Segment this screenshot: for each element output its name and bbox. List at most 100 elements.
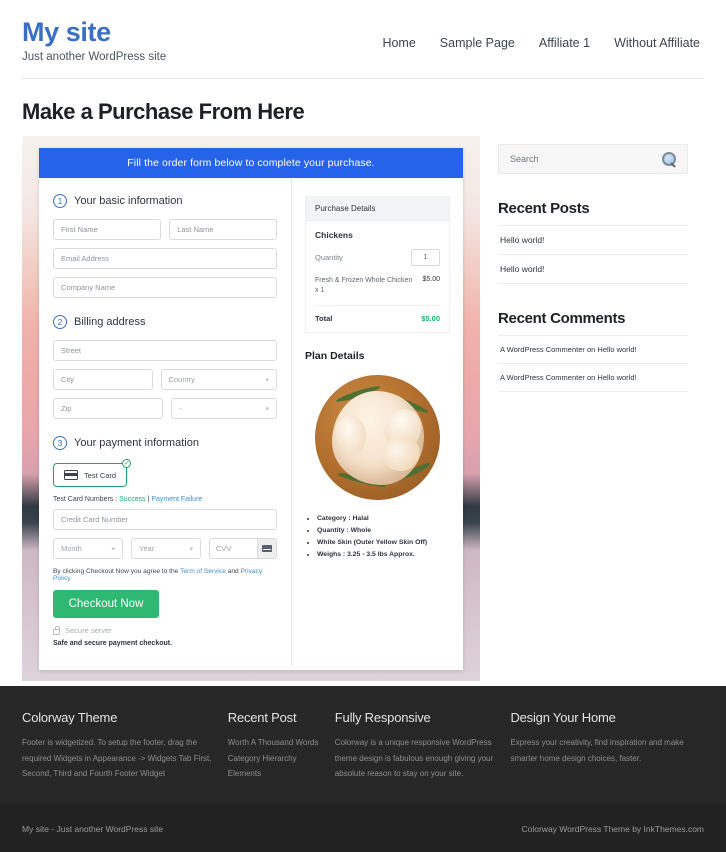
footer-column-title: Recent Post: [227, 710, 297, 725]
list-item[interactable]: Worth A Thousand Words: [228, 735, 321, 751]
line-item-amount: $5.00: [422, 276, 440, 283]
list-item[interactable]: A WordPress Commenter on Hello world!: [498, 335, 688, 363]
step-2-label: Billing address: [74, 316, 146, 328]
test-card-numbers-prefix: Test Card Numbers :: [53, 496, 120, 503]
quantity-label: Quantity: [315, 253, 343, 262]
cvv-input[interactable]: CVV: [210, 539, 257, 558]
plan-point: Quantity : Whole: [317, 525, 450, 537]
city-input[interactable]: City: [53, 369, 153, 390]
purchase-details-body: Chickens Quantity 1 Fresh & Frozen Whole…: [306, 221, 449, 332]
state-select[interactable]: - ▾: [171, 398, 277, 419]
cvv-field-group: CVV: [209, 538, 277, 559]
test-card-tab[interactable]: Test Card ✓: [53, 459, 132, 487]
line-item-description: Fresh & Frozen Whole Chicken x 1: [315, 277, 413, 295]
chicken-wing-shape: [332, 412, 370, 458]
nav-item-sample-page[interactable]: Sample Page: [440, 36, 515, 50]
list-item[interactable]: Elements: [228, 766, 321, 782]
checkout-now-button[interactable]: Checkout Now: [53, 590, 159, 618]
line-item-row: Fresh & Frozen Whole Chicken x 1 $5.00: [315, 276, 440, 307]
city-country-row: City Country ▾: [53, 369, 278, 390]
credit-card-icon: [64, 470, 78, 480]
plan-details-title: Plan Details: [305, 350, 365, 363]
terms-agreement-text: By clicking Checkout Now you agree to th…: [53, 568, 277, 582]
footer-theme-credit[interactable]: Colorway WordPress Theme by InkThemes.co…: [522, 824, 705, 834]
state-select-value: -: [179, 404, 182, 413]
step-1-header: 1 Your basic information: [53, 194, 277, 208]
check-circle-icon: ✓: [122, 459, 132, 468]
footer-column-title: Colorway Theme: [22, 710, 118, 725]
list-item[interactable]: Hello world!: [498, 254, 688, 284]
list-item[interactable]: Category Hierarchy: [228, 751, 321, 767]
nav-item-home[interactable]: Home: [382, 36, 415, 50]
expiry-month-select[interactable]: Month ▾: [53, 538, 123, 559]
step-1-number: 1: [53, 194, 67, 208]
cvv-help-button[interactable]: [257, 539, 276, 558]
last-name-input[interactable]: Last Name: [169, 219, 278, 240]
whole-chicken-image: [311, 371, 444, 504]
street-field-row: Street: [53, 340, 277, 361]
chevron-down-icon: ▾: [111, 545, 115, 553]
step-3-header: 3 Your payment information: [53, 436, 277, 450]
search-input[interactable]: Search: [510, 154, 539, 164]
test-card-tab-label: Test Card: [84, 470, 117, 480]
search-icon[interactable]: [662, 152, 676, 166]
company-input[interactable]: Company Name: [53, 277, 277, 298]
plan-point: White Skin (Outer Yellow Skin Off): [317, 537, 450, 549]
secure-server-row: Secure server: [53, 626, 277, 635]
purchase-details-header: Purchase Details: [306, 197, 449, 221]
email-input[interactable]: Email Address: [53, 248, 277, 269]
footer-site-credit: My site - Just another WordPress site: [22, 823, 164, 834]
expiry-cvv-row: Month ▾ Year ▾ CVV: [53, 538, 277, 559]
expiry-month-value: Month: [61, 544, 82, 553]
sidebar: Search Recent Posts Hello world! Hello w…: [480, 136, 704, 392]
plan-details-list: Category : Halal Quantity : Whole White …: [305, 513, 450, 561]
zip-state-row: Zip - ▾: [53, 398, 277, 419]
country-select[interactable]: Country ▾: [160, 369, 278, 390]
recent-posts-title: Recent Posts: [498, 200, 590, 217]
site-footer: Colorway Theme Footer is widgetized. To …: [0, 686, 726, 805]
first-name-input[interactable]: First Name: [53, 219, 162, 240]
recent-comments-list: A WordPress Commenter on Hello world! A …: [498, 335, 688, 392]
content-wrapper: Fill the order form below to complete yo…: [0, 136, 726, 681]
site-title[interactable]: My site: [22, 18, 166, 47]
quantity-input[interactable]: 1: [411, 249, 440, 266]
test-card-failure-link[interactable]: Payment Failure: [151, 496, 202, 503]
footer-column-fully-responsive: Fully Responsive Colorway is a unique re…: [335, 710, 511, 805]
footer-column-title: Fully Responsive: [334, 710, 431, 725]
lock-icon: [53, 626, 61, 635]
email-field-row: Email Address: [53, 248, 277, 269]
terms-of-service-link[interactable]: Term of Service: [180, 568, 226, 575]
country-select-value: Country: [168, 375, 195, 384]
site-branding: My site Just another WordPress site: [22, 14, 166, 64]
list-item[interactable]: A WordPress Commenter on Hello world!: [498, 363, 688, 392]
credit-card-number-input[interactable]: Credit Card Number: [53, 509, 277, 530]
search-widget[interactable]: Search: [498, 144, 688, 174]
page-root: My site Just another WordPress site Home…: [0, 0, 726, 852]
order-form-backdrop: Fill the order form below to complete yo…: [22, 136, 480, 681]
test-card-success-link[interactable]: Success: [119, 496, 145, 503]
list-item[interactable]: Hello world!: [498, 225, 688, 254]
product-name: Chickens: [315, 230, 353, 240]
agree-mid: and: [225, 568, 241, 575]
company-field-row: Company Name: [53, 277, 277, 298]
step-2-number: 2: [53, 315, 67, 329]
nav-item-without-affiliate[interactable]: Without Affiliate: [614, 36, 700, 50]
expiry-year-select[interactable]: Year ▾: [131, 538, 201, 559]
nav-item-affiliate-1[interactable]: Affiliate 1: [539, 36, 590, 50]
step-3-label: Your payment information: [74, 437, 199, 449]
step-2-header: 2 Billing address: [53, 315, 277, 329]
order-form-card: Fill the order form below to complete yo…: [39, 148, 463, 670]
agree-prefix: By clicking Checkout Now you agree to th…: [53, 568, 181, 575]
chevron-down-icon: ▾: [265, 405, 269, 413]
footer-column-colorway-theme: Colorway Theme Footer is widgetized. To …: [22, 710, 228, 805]
order-form-body: 1 Your basic information First Name Last…: [39, 178, 463, 667]
street-input[interactable]: Street: [53, 340, 277, 361]
chevron-down-icon: ▾: [265, 376, 270, 384]
zip-input[interactable]: Zip: [53, 398, 164, 419]
footer-column-body: Footer is widgetized. To setup the foote…: [22, 738, 212, 779]
order-form-fields: 1 Your basic information First Name Last…: [39, 178, 292, 667]
footer-recent-post-list: Worth A Thousand Words Category Hierarch…: [228, 735, 321, 782]
page-title: Make a Purchase From Here: [22, 99, 305, 124]
chevron-down-icon: ▾: [189, 545, 193, 553]
